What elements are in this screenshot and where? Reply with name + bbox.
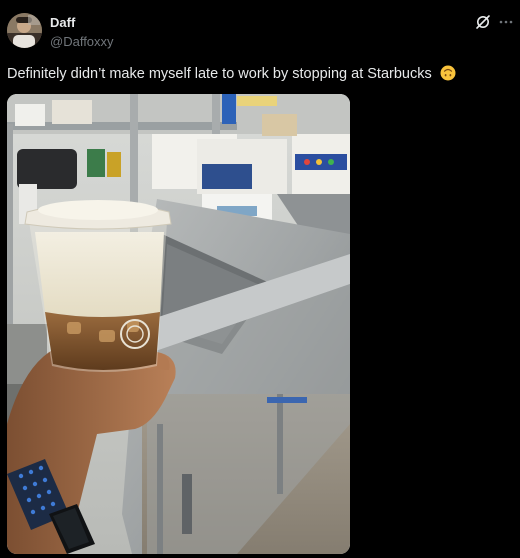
- author-handle[interactable]: @Daffoxxy: [50, 34, 114, 49]
- tweet: Daff @Daffoxxy Definitely didn’t make my…: [0, 0, 520, 558]
- tweet-text: Definitely didn’t make myself late to wo…: [7, 65, 456, 82]
- author-name[interactable]: Daff: [50, 15, 75, 30]
- avatar-image: [7, 13, 42, 48]
- more-icon[interactable]: [499, 14, 513, 30]
- photo-starbucks-drink-at-sink: [7, 94, 350, 554]
- grok-icon[interactable]: [475, 14, 491, 30]
- tweet-photo[interactable]: [7, 94, 350, 554]
- upside-down-face-icon: [440, 65, 456, 81]
- avatar[interactable]: [7, 13, 42, 48]
- tweet-text-content: Definitely didn’t make myself late to wo…: [7, 66, 432, 82]
